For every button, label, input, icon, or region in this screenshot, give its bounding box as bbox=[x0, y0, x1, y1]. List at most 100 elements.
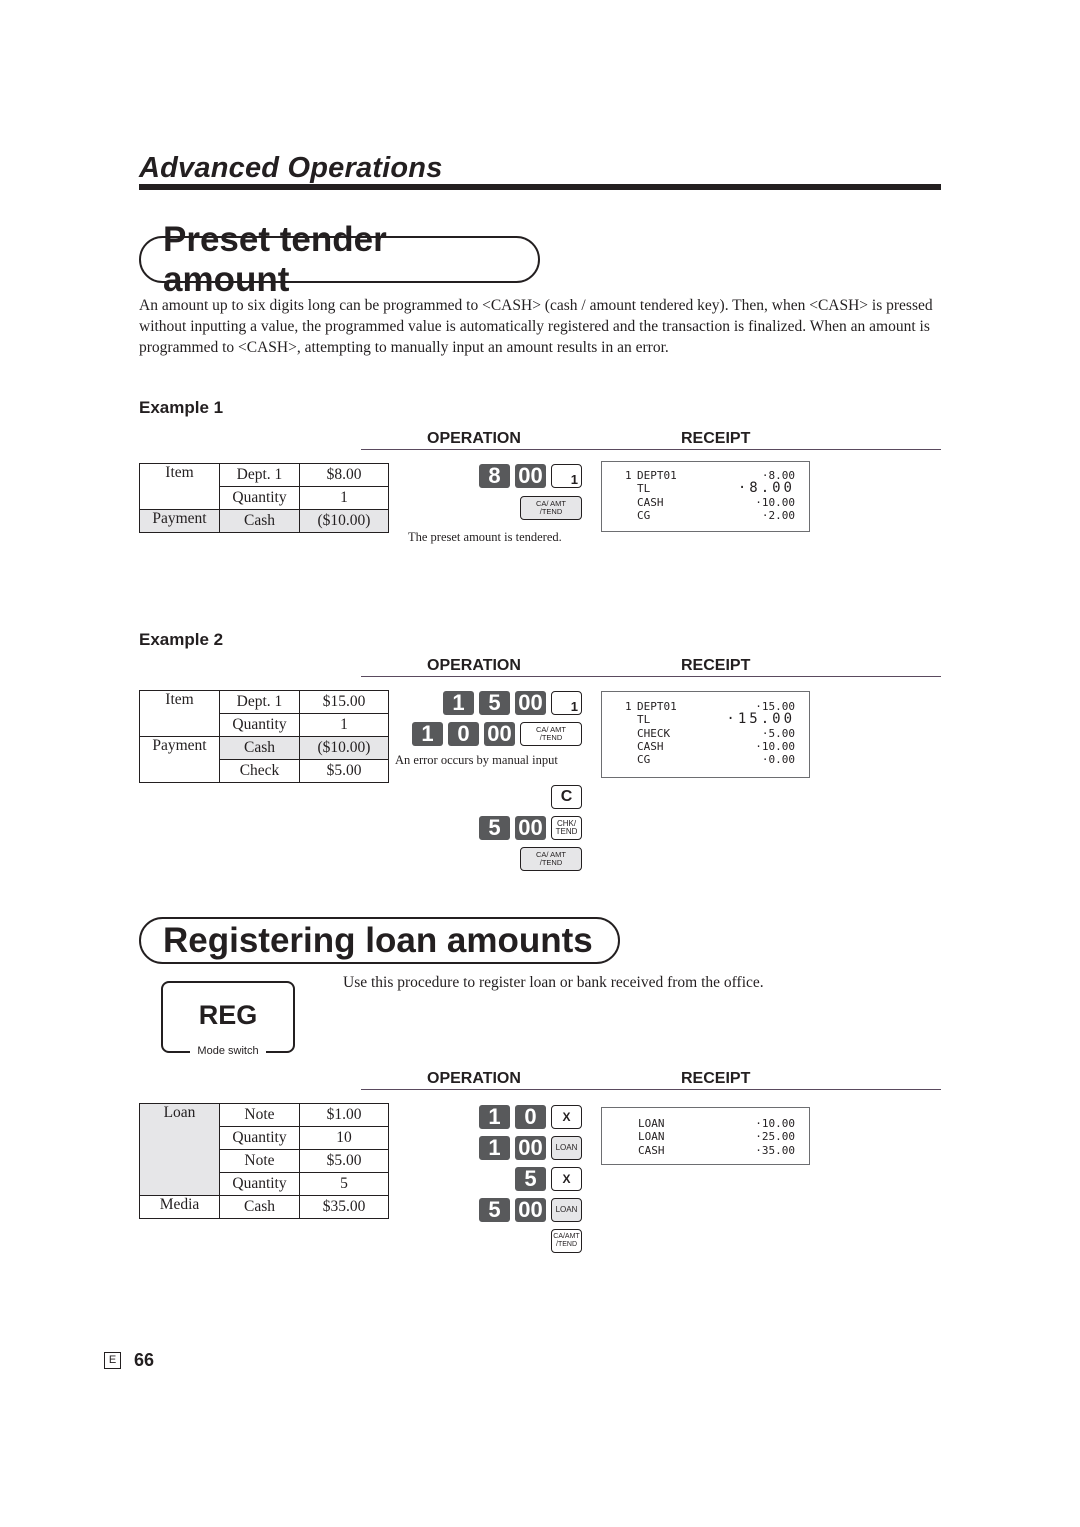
receipt-heading: RECEIPT bbox=[681, 430, 751, 447]
example1-operation: 8 00 1 CA/ AMT /TEND bbox=[400, 463, 582, 520]
table-cell: Check bbox=[219, 759, 300, 783]
key-5[interactable]: 5 bbox=[479, 815, 510, 840]
table-cell: 5 bbox=[299, 1172, 389, 1196]
table-cell: Cash bbox=[219, 1195, 300, 1219]
table-cell: Item bbox=[139, 690, 220, 737]
table-cell: 1 bbox=[299, 713, 389, 737]
example2-caption: An error occurs by manual input bbox=[395, 753, 558, 767]
key-1[interactable]: 1 bbox=[412, 721, 443, 746]
preset-title: Preset tender amount bbox=[139, 220, 540, 299]
key-sequence: 1 0 X bbox=[460, 1104, 582, 1129]
key-00[interactable]: 00 bbox=[484, 721, 515, 746]
table-cell: Quantity bbox=[219, 486, 300, 510]
receipt-line-value: ·25.00 bbox=[755, 1130, 795, 1144]
table-cell: 1 bbox=[299, 486, 389, 510]
key-0[interactable]: 0 bbox=[515, 1104, 546, 1129]
table-row: Item Dept. 1 $15.00 bbox=[139, 690, 389, 737]
key-sequence: 8 00 1 bbox=[400, 463, 582, 488]
key-1[interactable]: 1 bbox=[479, 1135, 510, 1160]
loan-key[interactable]: LOAN bbox=[551, 1198, 582, 1222]
key-5[interactable]: 5 bbox=[515, 1166, 546, 1191]
key-sequence: C bbox=[460, 785, 582, 809]
table-cell: Quantity bbox=[219, 1172, 300, 1196]
receipt-line-number: 1 bbox=[625, 700, 632, 713]
key-label: /TEND bbox=[539, 858, 563, 867]
multiply-key[interactable]: X bbox=[551, 1167, 582, 1191]
table-cell: $5.00 bbox=[299, 1149, 389, 1173]
receipt-line: TL ·15.00 bbox=[625, 712, 795, 727]
receipt-line: CASH ·10.00 bbox=[625, 496, 795, 509]
check-tend-key[interactable]: CHK/ TEND bbox=[551, 816, 582, 840]
receipt-line-label: CASH bbox=[637, 495, 664, 509]
cash-tend-key[interactable]: CA/ AMT /TEND bbox=[520, 722, 582, 746]
receipt-line-number bbox=[625, 482, 637, 495]
table-cell: Note bbox=[219, 1103, 300, 1127]
key-0[interactable]: 0 bbox=[448, 721, 479, 746]
multiply-key[interactable]: X bbox=[551, 1105, 582, 1129]
key-00[interactable]: 00 bbox=[515, 1135, 546, 1160]
example2-correction: C 5 00 CHK/ TEND CA/ AMT /TEND bbox=[460, 785, 582, 871]
receipt-line-number bbox=[625, 509, 637, 522]
cash-tend-key[interactable]: CA/ AMT /TEND bbox=[520, 496, 582, 520]
dept-1-key[interactable]: 1 bbox=[551, 691, 582, 715]
key-00[interactable]: 00 bbox=[515, 463, 546, 488]
key-label: CA/AMT bbox=[553, 1233, 580, 1240]
receipt-line: CHECK ·5.00 bbox=[625, 727, 795, 740]
cash-tend-key[interactable]: CA/AMT /TEND bbox=[551, 1229, 582, 1253]
table-cell: $35.00 bbox=[299, 1195, 389, 1219]
receipt-line-number bbox=[625, 753, 637, 766]
loan-intro: Use this procedure to register loan or b… bbox=[343, 974, 764, 991]
table-cell: Item bbox=[139, 463, 220, 510]
receipt-line-number bbox=[625, 713, 637, 726]
key-8[interactable]: 8 bbox=[479, 463, 510, 488]
loan-key[interactable]: LOAN bbox=[551, 1136, 582, 1160]
key-label: /TEND bbox=[539, 733, 563, 742]
key-sequence: 1 5 00 1 bbox=[390, 690, 582, 715]
receipt-line-label: TL bbox=[637, 713, 651, 727]
table-cell: $15.00 bbox=[299, 690, 389, 714]
key-label: TEND bbox=[555, 827, 578, 836]
key-00[interactable]: 00 bbox=[515, 815, 546, 840]
clear-key[interactable]: C bbox=[551, 785, 582, 809]
example2-label: Example 2 bbox=[139, 630, 224, 649]
table-cell: Media bbox=[139, 1195, 220, 1219]
mode-switch-label: Mode switch bbox=[190, 1045, 266, 1057]
table-cell: Payment bbox=[139, 509, 220, 533]
loan-receipt: LOAN ·10.00 LOAN ·25.00 CASH ·35.00 bbox=[601, 1107, 810, 1165]
receipt-heading: RECEIPT bbox=[681, 657, 751, 674]
receipt-line-value: ·0.00 bbox=[761, 753, 795, 767]
key-label: /TEND bbox=[556, 1241, 577, 1248]
key-sequence: 5 00 LOAN bbox=[460, 1197, 582, 1222]
key-sequence: CA/AMT /TEND bbox=[460, 1229, 582, 1253]
cash-tend-key[interactable]: CA/ AMT /TEND bbox=[520, 847, 582, 871]
receipt-line-number bbox=[625, 740, 637, 753]
key-sequence: 1 0 00 CA/ AMT /TEND bbox=[390, 721, 582, 746]
receipt-line: CASH ·35.00 bbox=[638, 1144, 795, 1157]
key-5[interactable]: 5 bbox=[479, 1197, 510, 1222]
key-5[interactable]: 5 bbox=[479, 690, 510, 715]
heading-rule bbox=[361, 1089, 941, 1090]
key-00[interactable]: 00 bbox=[515, 1197, 546, 1222]
mode-value: REG bbox=[198, 1000, 258, 1030]
receipt-line-label: CG bbox=[637, 508, 651, 522]
receipt-line: LOAN ·10.00 bbox=[638, 1117, 795, 1130]
key-00[interactable]: 00 bbox=[515, 690, 546, 715]
receipt-line-label: CHECK bbox=[637, 726, 671, 740]
key-1[interactable]: 1 bbox=[443, 690, 474, 715]
table-row: Loan Note $1.00 bbox=[139, 1103, 389, 1196]
table-cell: Cash bbox=[219, 736, 300, 760]
table-row: Item Dept. 1 $8.00 bbox=[139, 463, 389, 510]
receipt-line-value: ·8.00 bbox=[737, 480, 795, 497]
table-cell: ($10.00) bbox=[299, 736, 389, 760]
table-cell: Quantity bbox=[219, 713, 300, 737]
receipt-heading: RECEIPT bbox=[681, 1070, 751, 1087]
receipt-line-label: TL bbox=[637, 482, 651, 496]
receipt-line: TL ·8.00 bbox=[625, 480, 795, 497]
key-sequence: 5 X bbox=[460, 1166, 582, 1191]
dept-1-key[interactable]: 1 bbox=[551, 464, 582, 488]
receipt-line: LOAN ·25.00 bbox=[638, 1130, 795, 1143]
loan-operation: 1 0 X 1 00 LOAN 5 X 5 00 LOAN CA/AMT /TE… bbox=[460, 1104, 582, 1253]
key-1[interactable]: 1 bbox=[479, 1104, 510, 1129]
example2-table: Item Dept. 1 $15.00 Quantity 1 Payment C… bbox=[139, 690, 389, 783]
receipt-line-value: ·10.00 bbox=[755, 739, 795, 753]
